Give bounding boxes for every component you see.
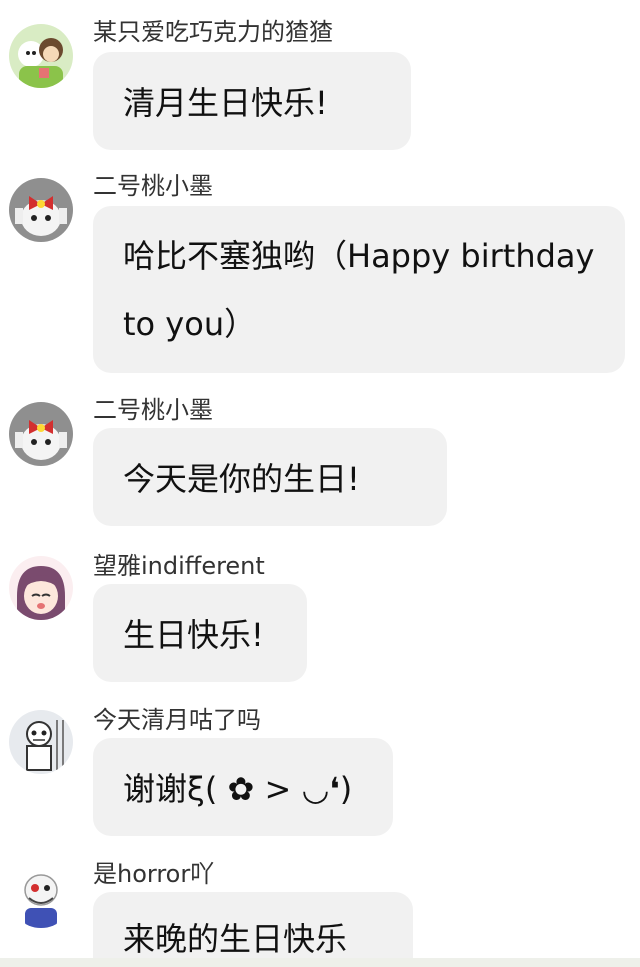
sender-name[interactable]: 某只爱吃巧克力的猹猹 — [93, 16, 333, 48]
message-bubble[interactable]: 今天是你的生日! — [93, 428, 447, 526]
skeleton-sketch-avatar-icon[interactable] — [9, 710, 73, 774]
anime-couple-avatar-icon[interactable] — [9, 24, 73, 88]
skull-bow-avatar-icon[interactable] — [9, 178, 73, 242]
skull-bow-avatar-icon[interactable] — [9, 402, 73, 466]
message-bubble[interactable]: 生日快乐! — [93, 584, 307, 682]
sender-name[interactable]: 二号桃小墨 — [93, 394, 213, 426]
sender-name[interactable]: 望雅indifferent — [93, 550, 265, 582]
message-bubble[interactable]: 来晚的生日快乐 — [93, 892, 413, 960]
message-bubble[interactable]: 哈比不塞独哟（Happy birthday to you） — [93, 206, 625, 373]
message-bubble[interactable]: 清月生日快乐! — [93, 52, 411, 150]
message-bubble[interactable]: 谢谢ξ( ✿ > ◡❛) — [93, 738, 393, 836]
sender-name[interactable]: 是horror吖 — [93, 858, 214, 890]
horror-skeleton-avatar-icon[interactable] — [9, 864, 73, 928]
sender-name[interactable]: 今天清月咕了吗 — [93, 704, 261, 736]
bottom-edge-strip — [0, 958, 640, 967]
chat-message-list[interactable]: 某只爱吃巧克力的猹猹 清月生日快乐! 二号桃小墨 哈比不塞独哟（Happy bi… — [0, 0, 640, 960]
anime-girl-avatar-icon[interactable] — [9, 556, 73, 620]
sender-name[interactable]: 二号桃小墨 — [93, 170, 213, 202]
